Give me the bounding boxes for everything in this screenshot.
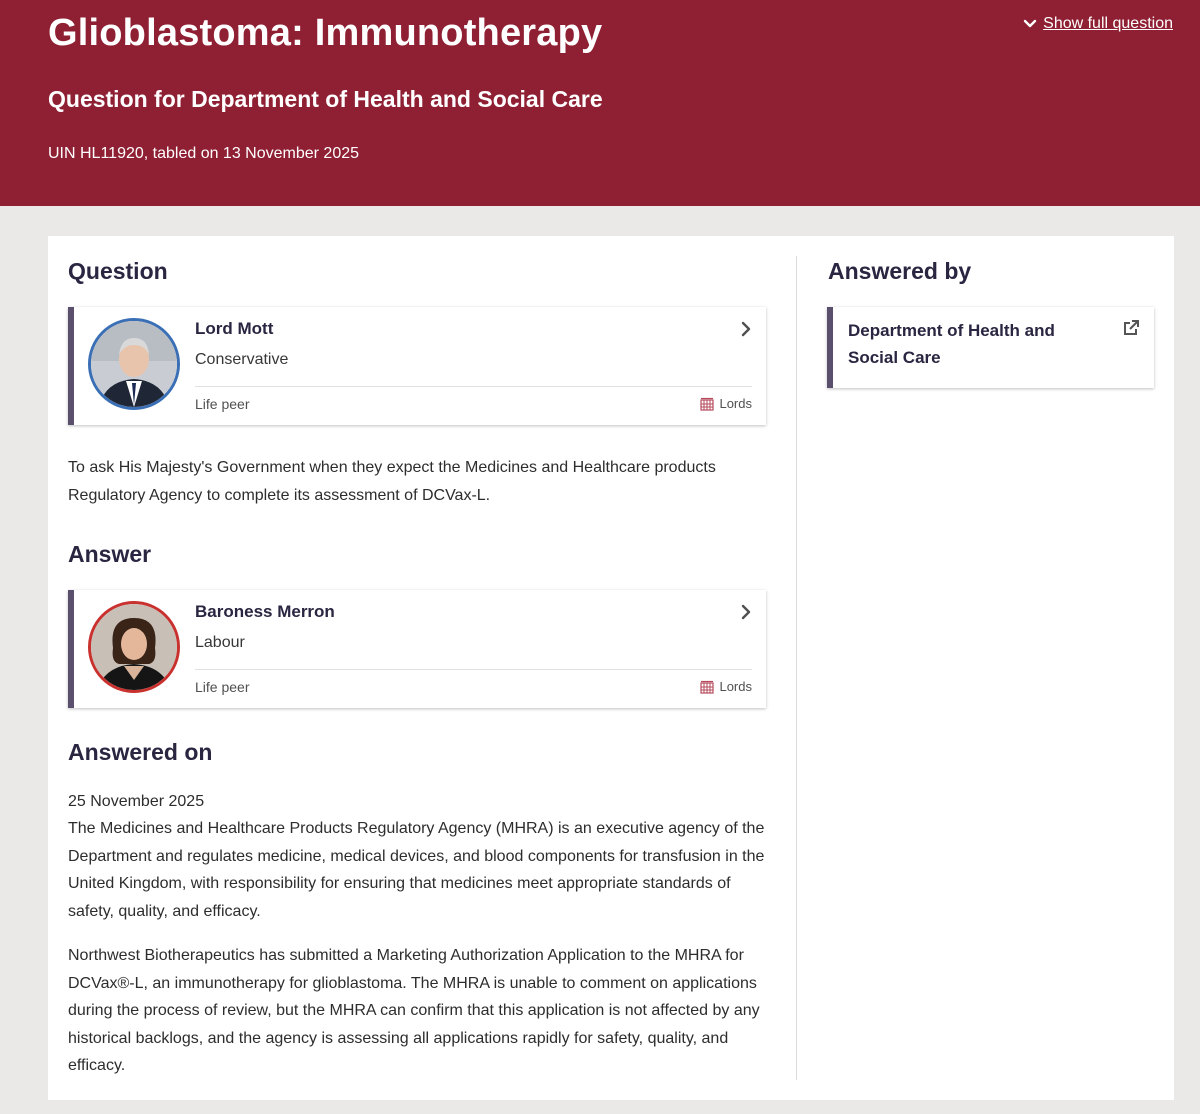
asking-member-card[interactable]: Lord Mott Conservative Life peer Lords	[68, 307, 766, 425]
member-name: Lord Mott	[195, 319, 274, 338]
answered-by-heading: Answered by	[828, 258, 972, 284]
avatar	[88, 601, 180, 693]
question-heading: Question	[68, 258, 168, 284]
card-divider	[195, 386, 752, 387]
chevron-right-icon	[741, 604, 751, 620]
answer-paragraph-1: The Medicines and Healthcare Products Re…	[68, 820, 765, 920]
portcullis-icon	[700, 397, 715, 411]
card-divider	[195, 669, 752, 670]
answered-on-heading: Answered on	[68, 739, 213, 765]
member-party: Labour	[195, 634, 245, 651]
member-house-label: Lords	[719, 396, 752, 411]
avatar	[88, 318, 180, 410]
answer-paragraph-2: Northwest Biotherapeutics has submitted …	[68, 947, 760, 1074]
department-card[interactable]: Department of Health and Social Care	[827, 307, 1154, 388]
member-portrait-lord-mott	[91, 321, 177, 407]
page-title: Glioblastoma: Immunotherapy	[48, 12, 603, 54]
chevron-right-icon	[741, 321, 751, 337]
department-name: Department of Health and Social Care	[848, 321, 1055, 367]
member-house: Lords	[700, 679, 752, 694]
column-divider	[796, 256, 797, 1080]
member-role: Life peer	[195, 679, 250, 695]
member-role: Life peer	[195, 396, 250, 412]
show-full-question-link[interactable]: Show full question	[1023, 15, 1173, 33]
member-house: Lords	[700, 396, 752, 411]
answer-date: 25 November 2025	[68, 793, 205, 810]
question-text: To ask His Majesty's Government when the…	[68, 459, 716, 504]
page-subtitle: Question for Department of Health and So…	[48, 86, 603, 112]
question-meta: UIN HL11920, tabled on 13 November 2025	[48, 145, 360, 162]
external-link-icon	[1124, 320, 1139, 335]
chevron-down-icon	[1023, 19, 1037, 28]
content-panel: Question Lord Mott Conservative Life pee…	[48, 236, 1174, 1100]
show-full-question-label: Show full question	[1043, 15, 1173, 32]
answering-member-card[interactable]: Baroness Merron Labour Life peer Lords	[68, 590, 766, 708]
member-house-label: Lords	[719, 679, 752, 694]
member-portrait-baroness-merron	[91, 604, 177, 690]
portcullis-icon	[700, 680, 715, 694]
answer-heading: Answer	[68, 541, 152, 567]
member-name: Baroness Merron	[195, 602, 335, 621]
member-party: Conservative	[195, 351, 289, 368]
question-header: Glioblastoma: Immunotherapy Question for…	[0, 0, 1200, 206]
